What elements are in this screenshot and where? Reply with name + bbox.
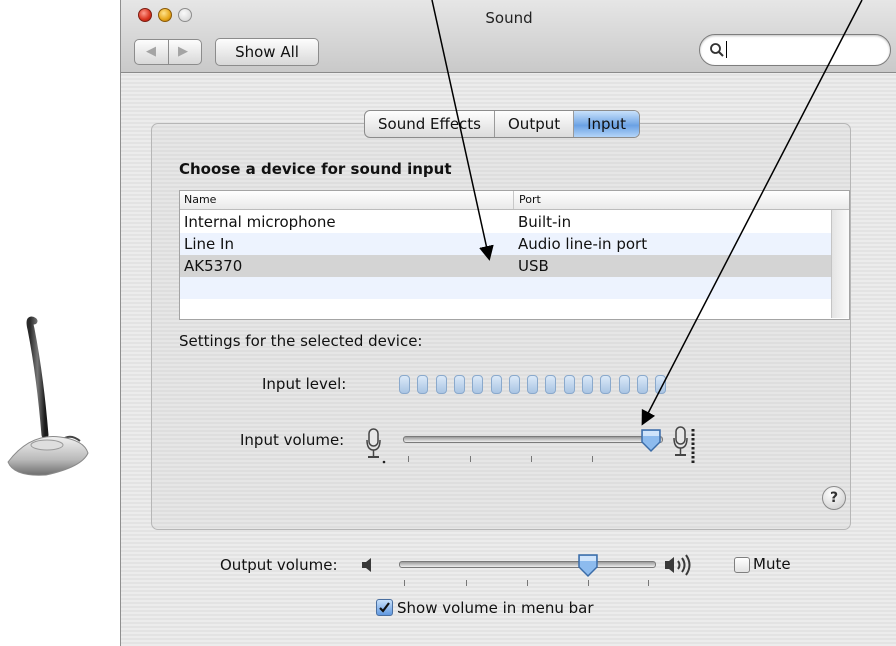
column-header-name[interactable]: Name xyxy=(184,193,216,206)
device-name: Line In xyxy=(184,235,234,253)
output-volume-label: Output volume: xyxy=(220,556,338,574)
input-level-label: Input level: xyxy=(262,375,347,393)
microphone-high-icon xyxy=(673,426,695,464)
input-level-segment xyxy=(527,375,539,394)
input-level-segment xyxy=(453,375,465,394)
table-row-empty xyxy=(180,277,831,299)
table-header: Name Port xyxy=(180,191,849,210)
device-port: Built-in xyxy=(518,213,572,231)
speaker-high-icon xyxy=(665,554,691,576)
table-row[interactable]: Line In Audio line-in port xyxy=(180,233,831,255)
show-volume-in-menu-bar-label: Show volume in menu bar xyxy=(397,599,594,617)
input-volume-label: Input volume: xyxy=(240,431,345,449)
slider-tick xyxy=(592,456,593,462)
input-level-segment xyxy=(417,375,429,394)
device-name: Internal microphone xyxy=(184,213,336,231)
nav-divider xyxy=(168,40,169,64)
input-volume-track[interactable] xyxy=(403,436,663,443)
tab-input[interactable]: Input xyxy=(573,111,639,137)
input-level-segment xyxy=(472,375,484,394)
input-volume-thumb[interactable] xyxy=(640,428,662,453)
slider-tick xyxy=(588,580,589,586)
slider-tick xyxy=(470,456,471,462)
input-level-segment xyxy=(490,375,502,394)
input-level-segment xyxy=(618,375,630,394)
mute-checkbox[interactable] xyxy=(734,557,750,573)
tab-sound-effects[interactable]: Sound Effects xyxy=(365,111,494,137)
back-arrow-icon[interactable]: ◀ xyxy=(146,44,156,59)
input-level-segment xyxy=(636,375,648,394)
device-port: Audio line-in port xyxy=(518,235,648,253)
column-header-port[interactable]: Port xyxy=(519,193,541,206)
microphone-low-icon xyxy=(366,428,386,464)
input-level-segment xyxy=(582,375,593,394)
input-level-segment xyxy=(563,375,575,394)
search-field[interactable] xyxy=(699,34,891,66)
tab-output[interactable]: Output xyxy=(494,111,573,137)
back-forward-control: ◀ ▶ xyxy=(134,39,202,65)
input-level-segment xyxy=(508,375,520,394)
search-icon xyxy=(710,43,724,57)
device-name: AK5370 xyxy=(184,257,243,275)
table-row[interactable]: Internal microphone Built-in xyxy=(180,211,831,233)
slider-tick xyxy=(527,580,528,586)
speaker-low-icon xyxy=(362,558,371,572)
show-all-button[interactable]: Show All xyxy=(215,38,319,66)
input-level-segment xyxy=(545,375,557,394)
settings-group-box xyxy=(151,123,851,530)
output-volume-track[interactable] xyxy=(399,561,656,568)
slider-tick xyxy=(466,580,467,586)
output-volume-thumb[interactable] xyxy=(577,553,599,578)
help-button[interactable]: ? xyxy=(822,486,846,510)
microphone-stand-image xyxy=(7,316,89,476)
slider-tick xyxy=(648,580,649,586)
tab-bar: Sound Effects Output Input xyxy=(364,110,640,138)
title-bar: Sound ◀ ▶ Show All xyxy=(121,0,896,73)
input-level-segment xyxy=(600,375,612,394)
show-volume-in-menu-bar-checkbox[interactable] xyxy=(376,599,393,616)
input-level-segment xyxy=(435,375,447,394)
table-row-selected[interactable]: AK5370 USB xyxy=(180,255,831,277)
input-device-table: Name Port Internal microphone Built-in L… xyxy=(179,190,850,320)
table-scrollbar[interactable] xyxy=(831,210,849,318)
window-title: Sound xyxy=(485,9,533,27)
slider-tick xyxy=(404,580,405,586)
search-text-caret xyxy=(726,41,727,58)
checkmark-icon xyxy=(379,602,390,613)
slider-tick xyxy=(531,456,532,462)
sound-preferences-window: Sound ◀ ▶ Show All Sound Effects Output … xyxy=(120,0,896,646)
input-device-heading: Choose a device for sound input xyxy=(179,160,452,178)
slider-tick xyxy=(408,456,409,462)
column-divider xyxy=(513,191,514,209)
forward-arrow-icon[interactable]: ▶ xyxy=(178,44,188,59)
input-level-segment xyxy=(399,375,410,394)
selected-device-settings-label: Settings for the selected device: xyxy=(179,332,423,350)
input-level-segment xyxy=(655,375,667,394)
mute-label: Mute xyxy=(753,555,791,573)
device-port: USB xyxy=(518,257,549,275)
